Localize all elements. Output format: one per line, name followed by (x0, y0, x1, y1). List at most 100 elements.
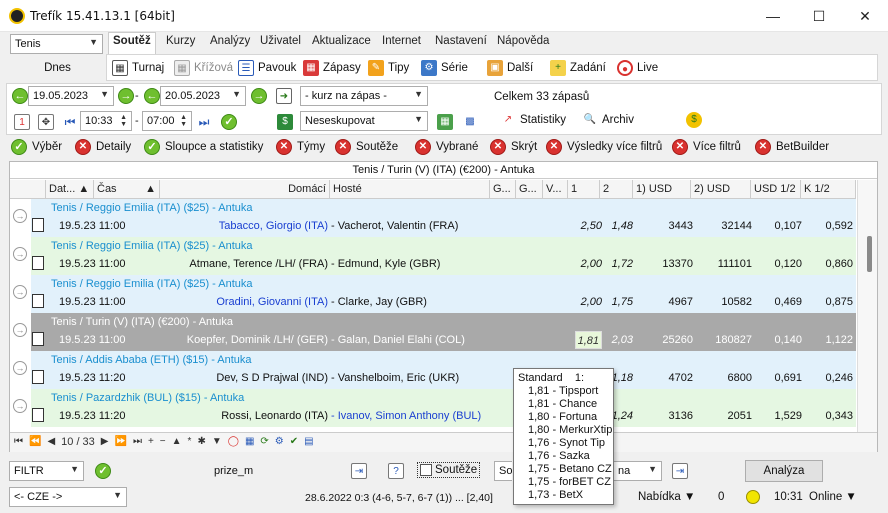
export-right-icon[interactable]: ⇥ (672, 463, 688, 479)
row-away[interactable]: - Vanshelboim, Eric (UKR) (331, 372, 459, 384)
row-home[interactable]: Tabacco, Giorgio (ITA) (160, 220, 328, 232)
filter-star-icon[interactable]: ✱ (197, 436, 205, 448)
expand-row-icon[interactable]: → (13, 323, 27, 337)
next-page-icon[interactable]: ▶ (101, 436, 109, 448)
header-usd1[interactable]: 1) USD (633, 180, 691, 198)
add-doc-icon[interactable] (32, 218, 44, 232)
filter-vyber[interactable]: ✓ Výběr (11, 139, 62, 155)
header-home[interactable]: Domácí (160, 180, 330, 198)
bar-chart-icon[interactable]: ▩ (462, 114, 478, 130)
asterisk-icon[interactable]: * (188, 436, 192, 448)
arrow-right-icon[interactable]: ➜ (276, 88, 292, 104)
close-button[interactable]: ✕ (842, 0, 888, 32)
table-row[interactable]: → Tenis / Reggio Emilia (ITA) ($25) - An… (10, 275, 856, 313)
menu-analyzy[interactable]: Analýzy (210, 35, 250, 47)
add-doc-icon[interactable] (32, 256, 44, 270)
confirm-check-icon[interactable]: ✓ (221, 114, 237, 130)
skip-forward-icon[interactable]: ⏭ (196, 114, 212, 130)
add-doc-icon[interactable] (32, 370, 44, 384)
sport-select[interactable]: Tenis ▼ (10, 34, 103, 54)
first-page-icon[interactable]: ⏮ (14, 436, 23, 448)
filter-tymy[interactable]: ✕ Týmy (276, 139, 325, 155)
serie-button[interactable]: ⚙ Série (421, 58, 468, 78)
prev-page-icon[interactable]: ◀ (47, 436, 55, 448)
print-icon[interactable]: ▤ (304, 436, 313, 448)
header-away[interactable]: Hosté (330, 180, 490, 198)
prev-date-to-icon[interactable]: ← (144, 88, 160, 104)
live-button[interactable]: ● Live (617, 58, 658, 78)
next-date-icon[interactable]: → (118, 88, 134, 104)
reload-icon[interactable]: ⟳ (260, 436, 268, 448)
krizova-button[interactable]: ▦ Křížová (174, 58, 233, 78)
filter-vybrane[interactable]: ✕ Vybrané (415, 139, 478, 155)
prev-date-icon[interactable]: ← (12, 88, 28, 104)
expand-row-icon[interactable]: → (13, 399, 27, 413)
header-odd2[interactable]: 2 (600, 180, 633, 198)
refresh-icon[interactable]: ◯ (228, 436, 239, 448)
expand-row-icon[interactable]: → (13, 247, 27, 261)
row-odd1[interactable]: 2,00 (575, 258, 602, 270)
filter-sloupce[interactable]: ✓ Sloupce a statistiky (144, 139, 263, 155)
row-odd2[interactable]: 2,03 (608, 334, 633, 346)
menu-aktualizace[interactable]: Aktualizace (312, 35, 371, 47)
funnel-icon[interactable]: ▼ (212, 436, 222, 448)
row-away[interactable]: - Ivanov, Simon Anthony (BUL) (331, 410, 481, 422)
delete-record-icon[interactable]: − (160, 436, 166, 448)
date-to-field[interactable]: 20.05.2023 ▼ (160, 86, 246, 106)
add-doc-icon[interactable] (32, 332, 44, 346)
help-icon[interactable]: ? (388, 463, 404, 479)
header-v[interactable]: V... (543, 180, 568, 198)
row-odd1[interactable]: 1,81 (575, 331, 602, 349)
settings-icon[interactable]: ⚙ (275, 436, 284, 448)
row-odd1[interactable]: 2,00 (575, 296, 602, 308)
menu-nastaveni[interactable]: Nastavení (435, 35, 487, 47)
filter-vice-filtru[interactable]: ✕ Více filtrů (672, 139, 741, 155)
copy-icon[interactable]: ▦ (245, 436, 254, 448)
filter-skryt[interactable]: ✕ Skrýt (490, 139, 537, 155)
maximize-button[interactable]: ☐ (796, 0, 842, 32)
filter-detaily[interactable]: ✕ Detaily (75, 139, 131, 155)
row-away[interactable]: - Galan, Daniel Elahi (COL) (331, 334, 465, 346)
row-away[interactable]: - Edmund, Kyle (GBR) (331, 258, 440, 270)
import-icon[interactable]: ⇥ (351, 463, 367, 479)
row-home[interactable]: Rossi, Leonardo (ITA) (160, 410, 328, 422)
analyza-button[interactable]: Analýza (745, 460, 823, 482)
header-g1[interactable]: G... (490, 180, 516, 198)
expand-row-icon[interactable]: → (13, 285, 27, 299)
scrollbar-thumb[interactable] (867, 236, 872, 272)
add-record-icon[interactable]: + (148, 436, 154, 448)
odds-select[interactable]: - kurz na zápas - ▼ (300, 86, 428, 106)
header-usd2[interactable]: 2) USD (691, 180, 751, 198)
time-to-field[interactable]: 07:00 ▲ ▼ (142, 111, 192, 131)
move-icon[interactable]: ✥ (38, 114, 54, 130)
menu-kurzy[interactable]: Kurzy (166, 35, 195, 47)
dalsi-button[interactable]: ▣ Další (487, 58, 533, 78)
na-select[interactable]: na ▼ (614, 461, 662, 481)
minimize-button[interactable]: — (750, 0, 796, 32)
country-select[interactable]: <- CZE -> ▼ (9, 487, 127, 507)
row-home[interactable]: Dev, S D Prajwal (IND) (160, 372, 328, 384)
header-time[interactable]: Čas ▲ (94, 180, 160, 198)
apply-check-icon[interactable]: ✔ (290, 436, 298, 448)
row-odd2[interactable]: 1,72 (608, 258, 633, 270)
zadani-button[interactable]: + Zadání (550, 58, 606, 78)
row-home[interactable]: Koepfer, Dominik /LH/ (GER) (160, 334, 328, 346)
menu-uzivatel[interactable]: Uživatel (260, 35, 301, 47)
row-odd1[interactable]: 2,50 (575, 220, 602, 232)
time-from-field[interactable]: 10:33 ▲ ▼ (80, 111, 132, 131)
nabidka-dropdown[interactable]: Nabídka ▼ (638, 491, 695, 503)
filter-apply-icon[interactable]: ✓ (95, 463, 111, 479)
tipy-button[interactable]: ✎ Tipy (368, 58, 409, 78)
expand-row-icon[interactable]: → (13, 361, 27, 375)
export-icon[interactable]: ▦ (437, 114, 453, 130)
archiv-button[interactable]: 🔍 Archiv (582, 112, 634, 128)
filter-souteze[interactable]: ✕ Soutěže (335, 139, 398, 155)
header-k12[interactable]: K 1/2 (801, 180, 856, 198)
table-row[interactable]: → Tenis / Reggio Emilia (ITA) ($25) - An… (10, 237, 856, 275)
row-home[interactable]: Oradini, Giovanni (ITA) (160, 296, 328, 308)
menu-napoveda[interactable]: Nápověda (497, 35, 549, 47)
so-select[interactable]: So (494, 461, 512, 481)
date-from-field[interactable]: 19.05.2023 ▼ (28, 86, 114, 106)
turnaj-button[interactable]: ▦ Turnaj (112, 58, 164, 78)
header-usd12[interactable]: USD 1/2 (751, 180, 801, 198)
